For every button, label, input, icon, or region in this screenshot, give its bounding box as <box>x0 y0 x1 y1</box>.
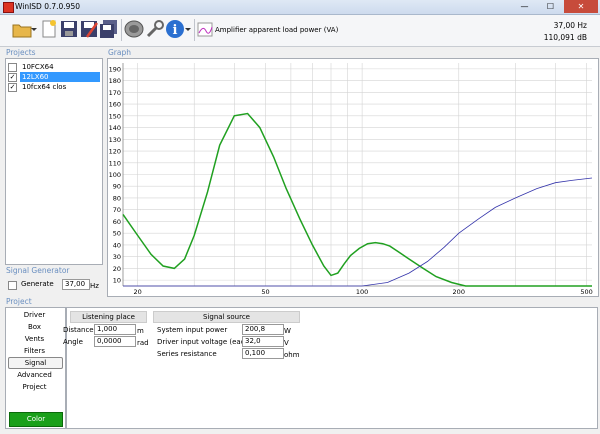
y-tick-label: 70 <box>113 206 121 214</box>
x-tick-label: 50 <box>261 288 269 296</box>
driver-icon[interactable] <box>124 19 144 39</box>
system-power-label: System input power <box>157 326 228 334</box>
generate-label: Generate <box>21 280 54 288</box>
svg-text:i: i <box>173 23 178 38</box>
save-all-icon[interactable] <box>99 19 119 39</box>
info-icon[interactable]: i <box>165 19 185 39</box>
project-checkbox[interactable]: ✓ <box>8 83 17 92</box>
cursor-level-readout: 110,091 dB <box>543 33 587 42</box>
toolbar-separator <box>194 19 195 41</box>
x-tick-label: 100 <box>356 288 368 296</box>
save-as-icon[interactable] <box>79 19 99 39</box>
y-tick-label: 30 <box>113 253 121 261</box>
cursor-frequency-readout: 37,00 Hz <box>553 21 587 30</box>
y-tick-label: 50 <box>113 230 121 238</box>
nav-filters[interactable]: Filters <box>8 346 61 356</box>
toolbar: i Amplifier apparent load power (VA) 37,… <box>0 15 600 47</box>
distance-field[interactable]: 1,000 <box>94 324 136 335</box>
angle-label: Angle <box>63 338 83 346</box>
y-tick-label: 90 <box>113 183 121 191</box>
signal-settings-panel: Listening place Distance 1,000 m Angle 0… <box>63 307 598 429</box>
maximize-button[interactable]: ☐ <box>538 0 563 13</box>
open-folder-icon[interactable] <box>12 19 32 39</box>
x-tick-label: 200 <box>453 288 465 296</box>
signal-source-header: Signal source <box>153 311 300 323</box>
nav-vents[interactable]: Vents <box>8 334 61 344</box>
new-document-icon[interactable] <box>39 19 59 39</box>
response-chart[interactable]: 10 20 30 40 50 60 70 80 90 100 110 120 130 140 150 160 1… <box>108 59 598 296</box>
generator-frequency-unit: Hz <box>90 282 99 290</box>
projects-label: Projects <box>6 48 36 57</box>
system-power-field[interactable]: 200,8 <box>242 324 284 335</box>
y-tick-label: 100 <box>109 171 121 179</box>
project-item[interactable]: 10FCX64 <box>8 62 100 72</box>
generate-checkbox-box[interactable] <box>8 281 17 290</box>
app-icon <box>3 2 14 13</box>
y-tick-label: 60 <box>113 218 121 226</box>
title-bar: WinISD 0.7.0.950 — ☐ ✕ <box>0 0 600 15</box>
system-power-unit: W <box>284 327 291 335</box>
series-line-2 <box>123 177 593 287</box>
y-tick-label: 20 <box>113 265 121 273</box>
driver-voltage-unit: V <box>284 339 289 347</box>
project-checkbox[interactable] <box>8 63 17 72</box>
nav-driver[interactable]: Driver <box>8 310 61 320</box>
y-tick-label: 10 <box>113 277 121 285</box>
y-tick-label: 80 <box>113 194 121 202</box>
series-resistance-unit: ohm <box>284 351 300 359</box>
nav-box[interactable]: Box <box>8 322 61 332</box>
project-name: 10fcx64 clos <box>22 83 67 91</box>
graph-label: Graph <box>108 48 132 57</box>
y-tick-label: 140 <box>109 124 121 132</box>
y-tick-label: 160 <box>109 101 121 109</box>
graph-panel[interactable]: 10 20 30 40 50 60 70 80 90 100 110 120 130 140 150 160 1… <box>107 58 599 297</box>
toolbar-separator <box>121 19 122 41</box>
distance-label: Distance <box>63 326 94 334</box>
project-name: 12LX60 <box>20 72 100 82</box>
close-button[interactable]: ✕ <box>564 0 598 13</box>
project-nav-panel: Driver Box Vents Filters Signal Advanced… <box>5 307 66 429</box>
y-tick-label: 180 <box>109 77 121 85</box>
tools-icon[interactable] <box>145 19 165 39</box>
angle-unit: rad <box>137 339 149 347</box>
project-section-label: Project <box>6 297 32 306</box>
color-button[interactable]: Color <box>9 412 63 427</box>
y-tick-label: 150 <box>109 112 121 120</box>
project-item[interactable]: ✓ 10fcx64 clos <box>8 82 100 92</box>
angle-field[interactable]: 0,0000 <box>94 336 136 347</box>
project-list: 10FCX64 ✓ 12LX60 ✓ 10fcx64 clos <box>5 58 103 265</box>
signal-generator-label: Signal Generator <box>6 266 70 275</box>
x-tick-label: 500 <box>580 288 592 296</box>
info-dropdown-arrow-icon[interactable] <box>184 19 192 39</box>
nav-signal[interactable]: Signal <box>8 357 63 369</box>
nav-advanced[interactable]: Advanced <box>8 370 61 380</box>
y-tick-label: 120 <box>109 148 121 156</box>
nav-project[interactable]: Project <box>8 382 61 392</box>
project-item[interactable]: ✓ 12LX60 <box>8 72 100 82</box>
series-resistance-field[interactable]: 0,100 <box>242 348 284 359</box>
project-checkbox[interactable]: ✓ <box>8 73 17 82</box>
x-tick-label: 20 <box>134 288 142 296</box>
y-tick-label: 130 <box>109 136 121 144</box>
listening-place-header: Listening place <box>70 311 147 323</box>
generator-frequency-field[interactable]: 37,00 <box>62 279 90 290</box>
y-tick-label: 190 <box>109 65 121 73</box>
y-tick-label: 110 <box>109 159 121 167</box>
minimize-button[interactable]: — <box>512 0 537 13</box>
driver-voltage-field[interactable]: 32,0 <box>242 336 284 347</box>
project-name: 10FCX64 <box>22 63 54 71</box>
y-tick-label: 40 <box>113 241 121 249</box>
window-title: WinISD 0.7.0.950 <box>15 2 81 11</box>
graph-icon[interactable] <box>197 19 213 39</box>
save-icon[interactable] <box>59 19 79 39</box>
response-type-label[interactable]: Amplifier apparent load power (VA) <box>215 26 338 34</box>
distance-unit: m <box>137 327 144 335</box>
driver-voltage-label: Driver input voltage (each) <box>157 338 252 346</box>
dropdown-arrow-icon[interactable] <box>30 19 38 39</box>
series-resistance-label: Series resistance <box>157 350 217 358</box>
y-tick-label: 170 <box>109 89 121 97</box>
